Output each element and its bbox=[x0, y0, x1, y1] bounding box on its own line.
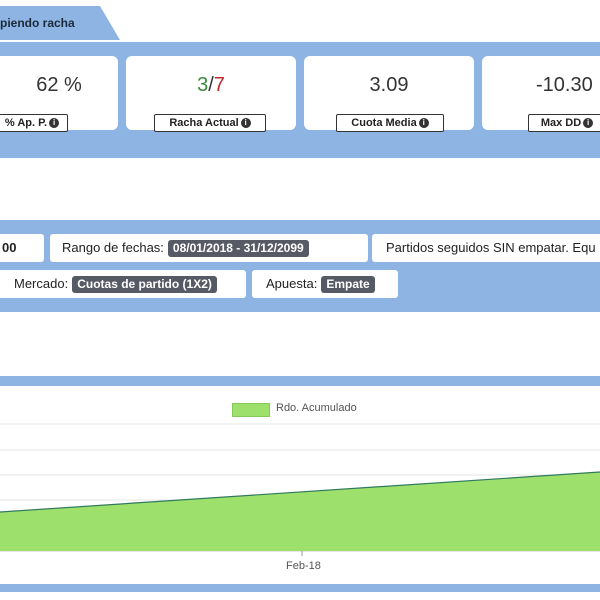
stat-card-max-dd: -10.30 Max DD i bbox=[482, 56, 600, 132]
chart-footer-bar bbox=[0, 584, 600, 592]
streak-max: 7 bbox=[213, 74, 225, 96]
stat-label-hit-rate[interactable]: % Ap. P. i bbox=[0, 114, 68, 132]
filter-market[interactable]: Mercado: Cuotas de partido (1X2) bbox=[0, 270, 246, 298]
stat-value-avg-odds: 3.09 bbox=[369, 74, 409, 96]
bet-value: Empate bbox=[321, 276, 375, 293]
strategy-text: Partidos seguidos SIN empatar. Equ bbox=[386, 240, 596, 255]
filter-date-range[interactable]: Rango de fechas: 08/01/2018 - 31/12/2099 bbox=[50, 234, 368, 262]
filter-chip-partial[interactable]: 00 bbox=[0, 234, 44, 262]
stat-label-text: Cuota Media bbox=[351, 117, 417, 129]
section-tab: piendo racha bbox=[0, 6, 120, 40]
filters-panel: 00 Rango de fechas: 08/01/2018 - 31/12/20… bbox=[0, 220, 600, 312]
stat-label-max-dd[interactable]: Max DD i bbox=[528, 114, 600, 132]
chart-header-bar bbox=[0, 376, 600, 386]
filter-bet[interactable]: Apuesta: Empate bbox=[252, 270, 398, 298]
stat-label-avg-odds[interactable]: Cuota Media i bbox=[336, 114, 444, 132]
stat-label-current-streak[interactable]: Racha Actual i bbox=[154, 114, 266, 132]
stat-value-max-dd: -10.30 bbox=[536, 74, 593, 96]
stat-value-hit-rate: 62 % bbox=[36, 74, 82, 96]
stat-label-text: Max DD bbox=[540, 117, 582, 129]
section-tab-title: piendo racha bbox=[0, 16, 75, 30]
info-icon: i bbox=[240, 118, 251, 128]
series-area-rdo-acumulado bbox=[0, 472, 600, 551]
stat-card-hit-rate: 62 % % Ap. P. i bbox=[0, 56, 118, 132]
stat-card-current-streak: 3/7 Racha Actual i bbox=[126, 56, 296, 132]
market-label: Mercado: bbox=[14, 276, 69, 291]
stats-panel: 62 % % Ap. P. i 3/7 Racha Actual i 3.09 Cu… bbox=[0, 42, 600, 158]
bet-label: Apuesta: bbox=[266, 276, 318, 291]
filter-strategy[interactable]: Partidos seguidos SIN empatar. Equ bbox=[372, 234, 600, 262]
date-range-label: Rango de fechas: bbox=[62, 240, 164, 255]
chart-plot bbox=[0, 423, 600, 556]
stat-card-avg-odds: 3.09 Cuota Media i bbox=[304, 56, 474, 132]
stat-value-current-streak: 3/7 bbox=[126, 74, 296, 97]
x-tick-label: Feb-18 bbox=[286, 560, 321, 572]
info-icon: i bbox=[583, 118, 594, 128]
stat-label-text: Racha Actual bbox=[169, 117, 239, 129]
filter-chip-partial-text: 00 bbox=[2, 240, 17, 255]
info-icon: i bbox=[49, 118, 60, 128]
date-range-value: 08/01/2018 - 31/12/2099 bbox=[167, 240, 309, 257]
stat-label-text: % Ap. P. bbox=[4, 117, 48, 129]
streak-current: 3 bbox=[197, 74, 209, 96]
info-icon: i bbox=[418, 118, 429, 128]
market-value: Cuotas de partido (1X2) bbox=[72, 276, 217, 293]
